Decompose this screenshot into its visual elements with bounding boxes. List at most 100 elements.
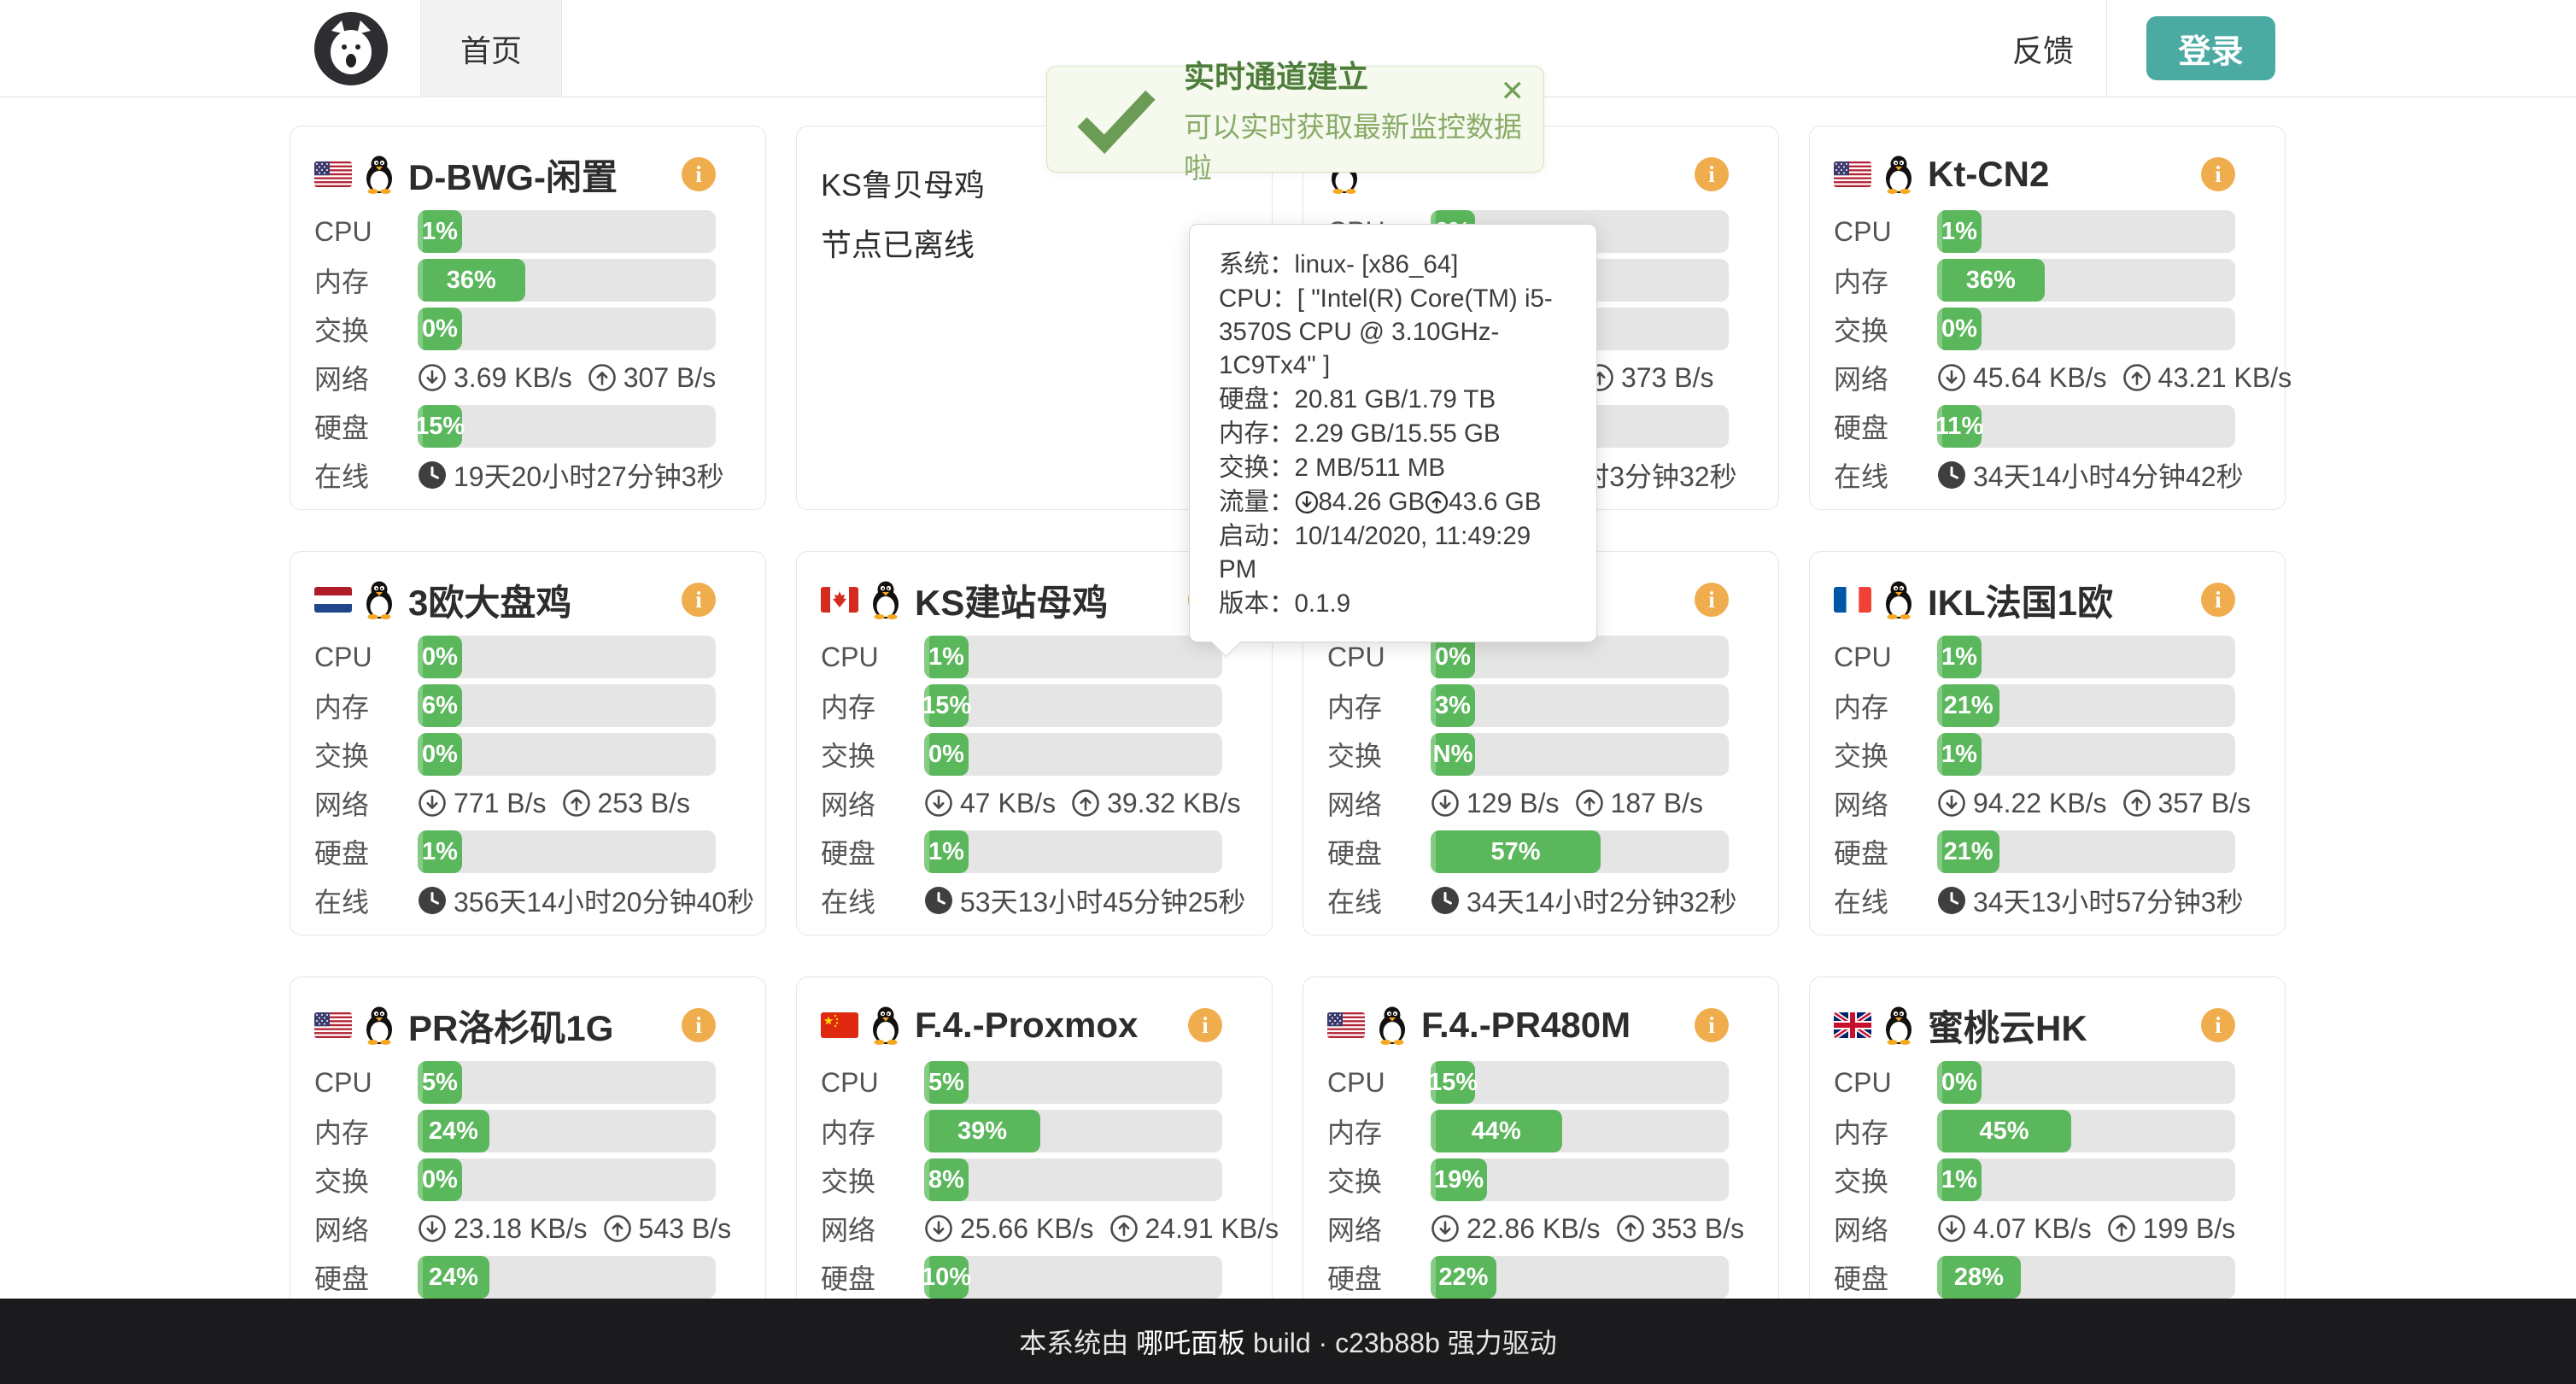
disk-percent: 15% [418, 413, 465, 441]
metric-row-disk: 硬盘 1% [314, 830, 716, 873]
net-upload: 357 B/s [2158, 788, 2251, 819]
metric-row-mem: 内存 44% [1327, 1110, 1729, 1152]
net-upload: 373 B/s [1621, 362, 1714, 394]
server-name: 3欧大盘鸡 [408, 574, 571, 626]
info-icon[interactable]: i [1695, 157, 1729, 191]
metric-row-disk: 硬盘 28% [1834, 1256, 2235, 1299]
download-arrow-icon [1937, 1214, 1966, 1243]
net-download: 47 KB/s [960, 788, 1056, 819]
close-icon[interactable]: ✕ [1501, 77, 1525, 106]
info-icon[interactable]: i [2201, 583, 2235, 617]
login-button[interactable]: 登录 [2146, 16, 2275, 80]
metric-label: 内存 [314, 261, 418, 300]
card-header: F.4.-PR480M i [1327, 998, 1729, 1053]
disk-progress-bar: 11% [1937, 405, 2235, 448]
card-header: Kt-CN2 i [1834, 147, 2235, 202]
server-name: D-BWG-闲置 [408, 149, 618, 201]
disk-progress-bar: 22% [1431, 1256, 1729, 1299]
linux-penguin-icon [869, 1006, 903, 1045]
metric-label: 在线 [314, 881, 418, 920]
disk-percent: 1% [422, 838, 458, 866]
metric-label: CPU [1327, 642, 1431, 673]
tooltip-value: 0.1.9 [1295, 589, 1351, 618]
site-logo[interactable] [314, 12, 388, 85]
cpu-progress-bar: 15% [1431, 1061, 1729, 1104]
swap-progress-bar: 0% [418, 308, 716, 350]
swap-progress-bar: 1% [1937, 1158, 2235, 1201]
swap-percent: 0% [422, 1166, 458, 1194]
offline-status: 节点已离线 [821, 220, 1222, 265]
swap-percent: 0% [928, 741, 964, 769]
tooltip-value: 2 MB/511 MB [1295, 454, 1446, 482]
disk-percent: 10% [924, 1264, 971, 1292]
metric-row-mem: 内存 3% [1327, 684, 1729, 727]
info-icon[interactable]: i [1695, 1008, 1729, 1042]
metric-label: 硬盘 [1834, 832, 1937, 871]
flag-gb-icon [1834, 1012, 1871, 1038]
info-icon[interactable]: i [1695, 583, 1729, 617]
metric-label: 网络 [1834, 358, 1937, 397]
cpu-percent: 1% [422, 218, 458, 246]
swap-percent: 1% [1941, 1166, 1977, 1194]
metric-row-net: 网络 129 B/s 187 B/s [1327, 782, 1729, 824]
metric-row-net: 网络 4.07 KB/s 199 B/s [1834, 1207, 2235, 1250]
card-header: F.4.-Proxmox i [821, 998, 1222, 1053]
upload-arrow-icon [588, 363, 617, 392]
clock-icon [418, 460, 447, 490]
metric-label: 内存 [1834, 686, 1937, 725]
info-icon[interactable]: i [2201, 1008, 2235, 1042]
metric-label: 硬盘 [1834, 1258, 1937, 1297]
swap-percent: 0% [422, 741, 458, 769]
tooltip-label: 内存： [1219, 419, 1295, 448]
metric-label: 交换 [1834, 309, 1937, 349]
mem-percent: 44% [1472, 1117, 1521, 1146]
metric-row-disk: 硬盘 15% [314, 405, 716, 448]
download-arrow-icon [1937, 789, 1966, 818]
flag-us-icon [314, 1012, 352, 1038]
cpu-progress-bar: 1% [1937, 636, 2235, 678]
linux-penguin-icon [362, 580, 396, 619]
nezha-panel-link[interactable]: 哪吒面板 [1136, 1322, 1245, 1361]
net-upload: 39.32 KB/s [1107, 788, 1241, 819]
tooltip-value: 2.29 GB/15.55 GB [1295, 419, 1501, 448]
disk-percent: 57% [1490, 838, 1540, 866]
net-upload: 253 B/s [598, 788, 691, 819]
info-icon[interactable]: i [2201, 157, 2235, 191]
metric-row-uptime: 在线 53天13小时45分钟25秒 [821, 879, 1222, 922]
flag-us-icon [1327, 1012, 1365, 1038]
server-info-tooltip: 系统：linux- [x86_64]CPU：[ "Intel(R) Core(T… [1189, 224, 1597, 642]
swap-progress-bar: 8% [924, 1158, 1222, 1201]
feedback-link[interactable]: 反馈 [2012, 26, 2074, 71]
metric-row-net: 网络 22.86 KB/s 353 B/s [1327, 1207, 1729, 1250]
tab-home[interactable]: 首页 [420, 0, 562, 97]
info-icon[interactable]: i [682, 1008, 716, 1042]
info-icon[interactable]: i [682, 583, 716, 617]
disk-progress-bar: 1% [924, 830, 1222, 873]
info-icon[interactable]: i [1188, 1008, 1222, 1042]
metric-label: CPU [1834, 216, 1937, 248]
toast-message: 可以实时获取最新监控数据啦 [1184, 104, 1523, 186]
swap-progress-bar: N% [1431, 733, 1729, 776]
metric-row-mem: 内存 24% [314, 1110, 716, 1152]
upload-arrow-icon [2122, 363, 2152, 392]
footer-text-prefix: 本系统由 [1019, 1322, 1128, 1361]
disk-percent: 11% [1937, 413, 1983, 441]
metric-row-swap: 交换 1% [1834, 733, 2235, 776]
clock-icon [1937, 460, 1966, 490]
metric-row-swap: 交换 8% [821, 1158, 1222, 1201]
flag-us-icon [314, 161, 352, 187]
linux-penguin-icon [1375, 1006, 1409, 1045]
swap-percent: N% [1433, 741, 1473, 769]
clock-icon [1937, 886, 1966, 915]
metric-label: 内存 [821, 1111, 924, 1151]
flag-fr-icon [1834, 587, 1871, 613]
linux-penguin-icon [869, 580, 903, 619]
metric-row-swap: 交换 0% [821, 733, 1222, 776]
cpu-progress-bar: 5% [924, 1061, 1222, 1104]
toast-title: 实时通道建立 [1184, 52, 1523, 97]
info-icon[interactable]: i [682, 157, 716, 191]
metric-label: 网络 [821, 783, 924, 823]
metric-row-net: 网络 25.66 KB/s 24.91 KB/s [821, 1207, 1222, 1250]
metric-label: 交换 [821, 1160, 924, 1199]
server-card: IKL法国1欧 i CPU 1% 内存 21% 交换 1% 网络 94.22 [1809, 551, 2286, 935]
